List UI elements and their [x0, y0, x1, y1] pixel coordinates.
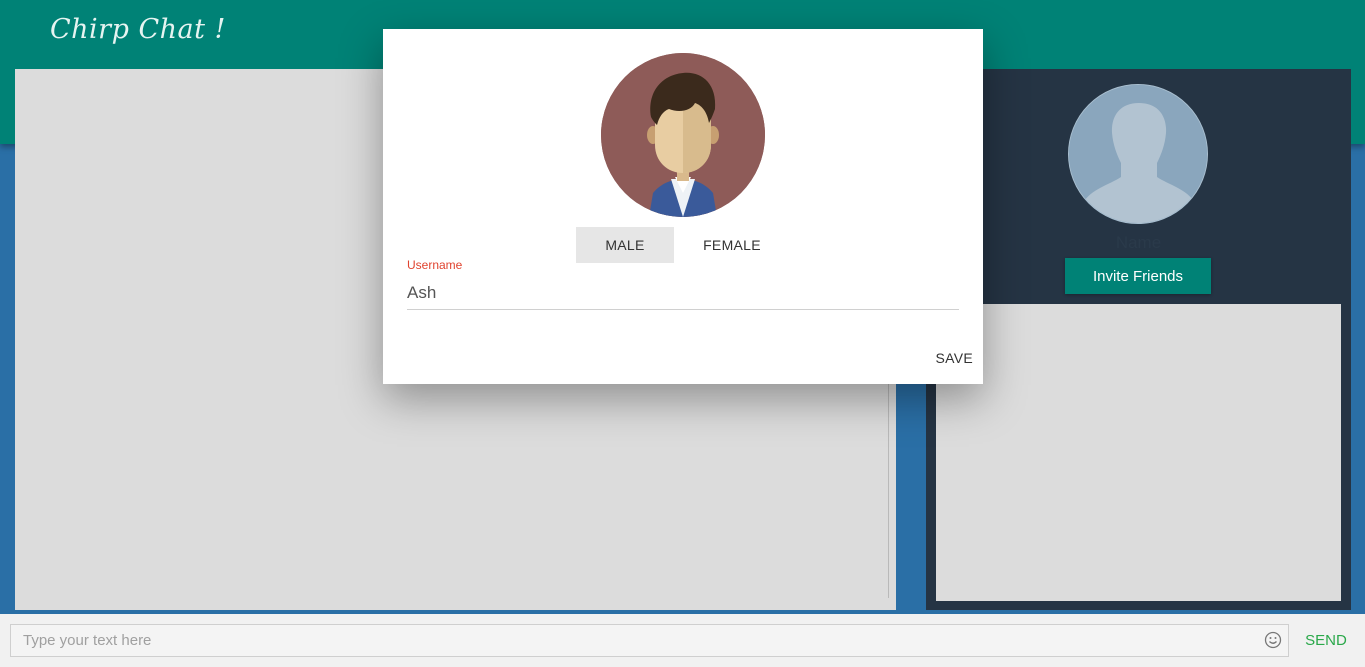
gender-toggle: MALE FEMALE: [576, 227, 790, 263]
username-input[interactable]: [407, 277, 959, 310]
save-button[interactable]: SAVE: [913, 350, 973, 366]
gender-female-button[interactable]: FEMALE: [674, 227, 790, 263]
male-avatar-icon: [601, 53, 765, 217]
gender-male-button[interactable]: MALE: [576, 227, 674, 263]
profile-setup-dialog: MALE FEMALE Username SAVE: [383, 29, 983, 384]
username-label: Username: [407, 258, 463, 272]
